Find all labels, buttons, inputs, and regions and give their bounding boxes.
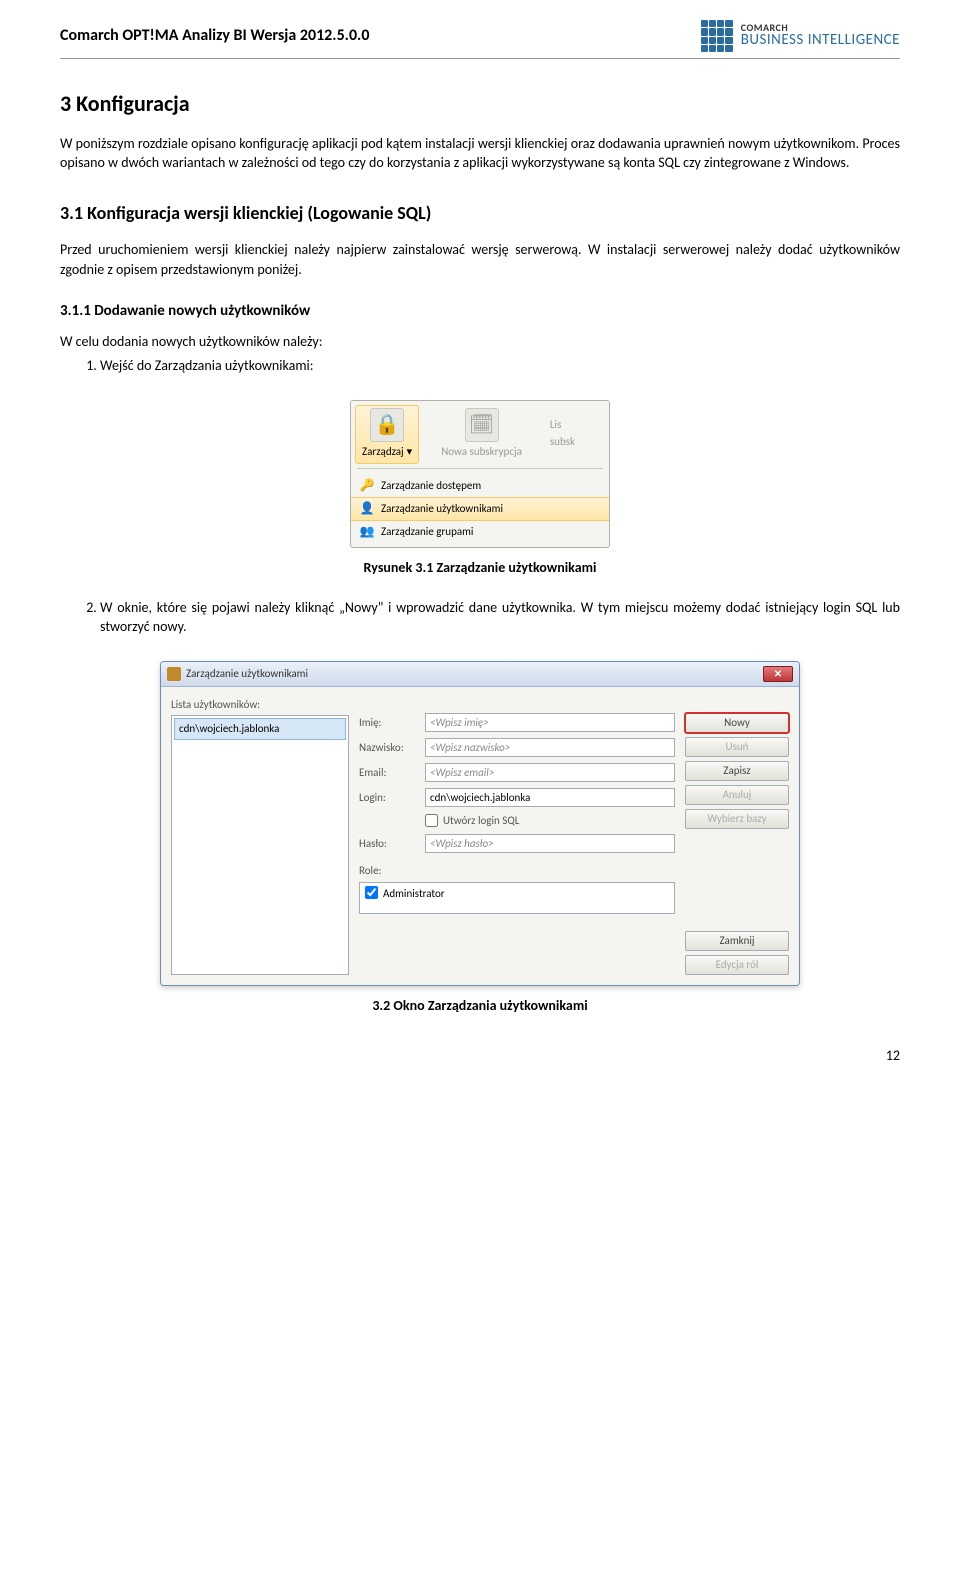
ribbon-newsub-label: Nowa subskrypcja bbox=[441, 444, 522, 459]
create-sql-login-label: Utwórz login SQL bbox=[443, 813, 519, 828]
anuluj-button[interactable]: Anuluj bbox=[685, 785, 789, 805]
create-sql-login-checkbox[interactable] bbox=[425, 814, 438, 827]
zamknij-button[interactable]: Zamknij bbox=[685, 931, 789, 951]
heading-3-1: 3.1 Konfiguracja wersji klienckiej (Logo… bbox=[60, 201, 900, 226]
dialog-title-text: Zarządzanie użytkownikami bbox=[186, 666, 308, 681]
menu-users-label: Zarządzanie użytkownikami bbox=[381, 501, 503, 516]
usun-button[interactable]: Usuń bbox=[685, 737, 789, 757]
label-email: Email: bbox=[359, 765, 417, 780]
doc-title: Comarch OPT!MA Analizy BI Wersja 2012.5.… bbox=[60, 25, 369, 47]
chevron-down-icon: ▾ bbox=[407, 444, 413, 459]
menu-item-groups[interactable]: 👥 Zarządzanie grupami bbox=[351, 521, 609, 543]
logo-bi-text: BUSINESS INTELLIGENCE bbox=[741, 33, 900, 49]
menu-groups-label: Zarządzanie grupami bbox=[381, 524, 473, 539]
close-icon: ✕ bbox=[774, 667, 782, 681]
email-field[interactable] bbox=[425, 763, 675, 782]
zapisz-button[interactable]: Zapisz bbox=[685, 761, 789, 781]
label-login: Login: bbox=[359, 790, 417, 805]
heading-3: 3 Konfiguracja bbox=[60, 89, 900, 120]
nowy-button[interactable]: Nowy bbox=[685, 713, 789, 733]
step-2: W oknie, które się pojawi należy kliknąć… bbox=[100, 598, 900, 637]
figure-2: Zarządzanie użytkownikami ✕ Lista użytko… bbox=[60, 661, 900, 986]
edycja-rol-button[interactable]: Edycja ról bbox=[685, 955, 789, 975]
users-listbox[interactable]: cdn\wojciech.jablonka bbox=[171, 715, 349, 975]
users-list-label: Lista użytkowników: bbox=[171, 697, 349, 712]
role-admin-label: Administrator bbox=[383, 886, 445, 901]
role-admin-checkbox[interactable] bbox=[365, 886, 378, 899]
page-number: 12 bbox=[60, 1046, 900, 1066]
ribbon-screenshot: 🔒 Zarządzaj ▾ 🗓 Nowa subskrypcja Lis sub… bbox=[350, 400, 610, 548]
group-icon: 👥 bbox=[359, 524, 375, 540]
para-3: W poniższym rozdziale opisano konfigurac… bbox=[60, 134, 900, 173]
figure-1-caption: Rysunek 3.1 Zarządzanie użytkownikami bbox=[60, 558, 900, 578]
page-header: Comarch OPT!MA Analizy BI Wersja 2012.5.… bbox=[60, 20, 900, 59]
label-haslo: Hasło: bbox=[359, 836, 417, 851]
manage-dropdown-menu: 🔑 Zarządzanie dostępem 👤 Zarządzanie uży… bbox=[351, 473, 609, 547]
imie-field[interactable] bbox=[425, 713, 675, 732]
figure-1: 🔒 Zarządzaj ▾ 🗓 Nowa subskrypcja Lis sub… bbox=[60, 400, 900, 548]
ribbon-manage-button[interactable]: 🔒 Zarządzaj ▾ bbox=[355, 405, 419, 464]
logo-graphic-icon bbox=[701, 20, 733, 52]
menu-item-users[interactable]: 👤 Zarządzanie użytkownikami bbox=[351, 497, 609, 521]
comarch-logo: COMARCH BUSINESS INTELLIGENCE bbox=[701, 20, 900, 52]
manage-users-dialog: Zarządzanie użytkownikami ✕ Lista użytko… bbox=[160, 661, 800, 986]
dialog-titlebar: Zarządzanie użytkownikami ✕ bbox=[161, 662, 799, 687]
label-role: Role: bbox=[359, 863, 675, 878]
label-imie: Imię: bbox=[359, 715, 417, 730]
login-field[interactable] bbox=[425, 788, 675, 807]
para-3-1: Przed uruchomieniem wersji klienckiej na… bbox=[60, 240, 900, 279]
user-icon: 👤 bbox=[359, 501, 375, 517]
ribbon-newsub-button[interactable]: 🗓 Nowa subskrypcja bbox=[435, 406, 528, 463]
close-button[interactable]: ✕ bbox=[763, 666, 793, 682]
nazwisko-field[interactable] bbox=[425, 738, 675, 757]
step-1: Wejść do Zarządzania użytkownikami: bbox=[100, 356, 900, 376]
key-icon: 🔑 bbox=[359, 478, 375, 494]
subscription-icon: 🗓 bbox=[465, 408, 499, 442]
ribbon-manage-label: Zarządzaj bbox=[362, 444, 404, 459]
heading-3-1-1: 3.1.1 Dodawanie nowych użytkowników bbox=[60, 301, 900, 322]
lock-icon: 🔒 bbox=[370, 408, 404, 442]
list-item[interactable]: cdn\wojciech.jablonka bbox=[174, 718, 346, 739]
roles-listbox[interactable]: Administrator bbox=[359, 882, 675, 914]
figure-2-caption: 3.2 Okno Zarządzania użytkownikami bbox=[60, 996, 900, 1016]
ribbon-list-label-bottom: subsk bbox=[550, 434, 575, 449]
dialog-title-icon bbox=[167, 667, 181, 681]
haslo-field[interactable] bbox=[425, 834, 675, 853]
wybierz-bazy-button[interactable]: Wybierz bazy bbox=[685, 809, 789, 829]
menu-access-label: Zarządzanie dostępem bbox=[381, 478, 481, 493]
ribbon-list-button[interactable]: Lis subsk bbox=[544, 415, 581, 454]
intro-3-1-1: W celu dodania nowych użytkowników należ… bbox=[60, 332, 900, 352]
menu-item-access[interactable]: 🔑 Zarządzanie dostępem bbox=[351, 475, 609, 497]
label-nazwisko: Nazwisko: bbox=[359, 740, 417, 755]
ribbon-list-label-top: Lis bbox=[550, 417, 561, 432]
